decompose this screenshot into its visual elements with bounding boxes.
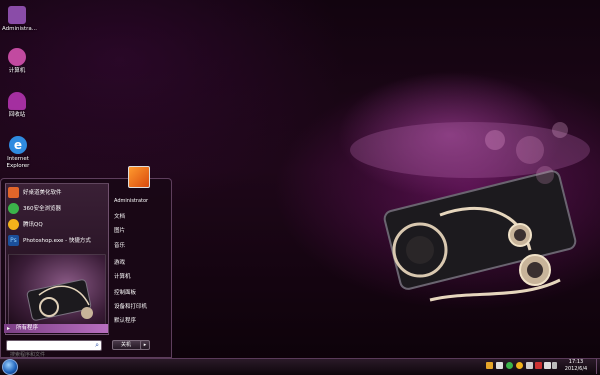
all-programs-button[interactable]: ▸ 所有程序 bbox=[4, 324, 108, 333]
places-item-music[interactable]: 音乐 bbox=[114, 241, 125, 249]
triangle-right-icon: ▸ bbox=[7, 325, 11, 332]
pinned-program-label: 360安全浏览器 bbox=[23, 206, 61, 212]
start-orb-button[interactable] bbox=[2, 359, 18, 375]
desktop-icon-label: Internet Explorer bbox=[6, 156, 30, 169]
search-icon[interactable]: ⌕ bbox=[95, 341, 99, 350]
computer-icon bbox=[8, 48, 26, 66]
places-item-pictures[interactable]: 图片 bbox=[114, 226, 125, 234]
places-item-devices-printers[interactable]: 设备和打印机 bbox=[114, 302, 147, 310]
ie-icon: e bbox=[9, 136, 27, 154]
pinned-program-label: Photoshop.exe - 快捷方式 bbox=[23, 238, 91, 244]
tray-security-icon[interactable] bbox=[535, 362, 542, 369]
places-item-games[interactable]: 游戏 bbox=[114, 258, 125, 266]
desktop-icon-label: Administra... bbox=[2, 26, 37, 32]
pinned-program[interactable]: 好桌道美化软件 bbox=[6, 184, 108, 200]
places-item-default-programs[interactable]: 默认程序 bbox=[114, 316, 136, 324]
desktop-icon-recycle-bin[interactable]: 回收站 bbox=[2, 92, 32, 119]
user-folder-icon bbox=[8, 6, 26, 24]
clock-date: 2012/6/4 bbox=[564, 366, 588, 372]
pinned-program-label: 好桌道美化软件 bbox=[23, 190, 62, 196]
pinned-program[interactable]: Ps Photoshop.exe - 快捷方式 bbox=[6, 232, 108, 248]
all-programs-label: 所有程序 bbox=[16, 325, 39, 331]
desktop-icon-administrator[interactable]: Administra... bbox=[2, 6, 37, 33]
shutdown-options-button[interactable]: ▸ bbox=[140, 340, 150, 350]
pinned-program[interactable]: 腾讯QQ bbox=[6, 216, 108, 232]
recycle-bin-icon bbox=[8, 92, 26, 110]
tray-360-icon[interactable] bbox=[506, 362, 513, 369]
tray-flag-icon[interactable] bbox=[544, 362, 551, 369]
places-item-computer[interactable]: 计算机 bbox=[114, 272, 131, 280]
show-desktop-button[interactable] bbox=[596, 359, 600, 374]
places-item-documents[interactable]: 文档 bbox=[114, 212, 125, 220]
preview-headphones-art bbox=[26, 279, 93, 321]
start-search-box[interactable]: ⌕ bbox=[6, 340, 102, 360]
desktop-icon-label: 计算机 bbox=[8, 68, 26, 74]
butterfly-icon bbox=[8, 186, 19, 198]
user-name-link[interactable]: Administrator bbox=[114, 198, 148, 204]
tray-rss-icon[interactable] bbox=[486, 362, 493, 369]
desktop-icon-computer[interactable]: 计算机 bbox=[2, 48, 32, 75]
pinned-program[interactable]: 360安全浏览器 bbox=[6, 200, 108, 216]
desktop-icon-label: 回收站 bbox=[8, 112, 26, 118]
desktop-icon-internet-explorer[interactable]: e Internet Explorer bbox=[2, 136, 34, 170]
tray-qq-icon[interactable] bbox=[516, 362, 523, 369]
user-avatar[interactable] bbox=[128, 166, 150, 188]
program-preview-image bbox=[8, 254, 106, 330]
places-item-control-panel[interactable]: 控制面板 bbox=[114, 288, 136, 296]
triangle-right-icon: ▸ bbox=[143, 342, 147, 348]
tray-volume-icon[interactable] bbox=[552, 362, 557, 369]
taskbar-clock[interactable]: 17:13 2012/6/4 bbox=[558, 359, 594, 373]
pinned-programs-list: 好桌道美化软件 360安全浏览器 腾讯QQ Ps Photoshop.exe -… bbox=[6, 184, 108, 248]
qq-penguin-icon bbox=[8, 218, 19, 230]
start-menu-programs-pane: 好桌道美化软件 360安全浏览器 腾讯QQ Ps Photoshop.exe -… bbox=[5, 183, 109, 335]
photoshop-icon: Ps bbox=[8, 234, 19, 246]
clock-time: 17:13 bbox=[568, 359, 584, 365]
browser-360-icon bbox=[8, 202, 19, 214]
pinned-program-label: 腾讯QQ bbox=[23, 222, 43, 228]
tray-app-icon[interactable] bbox=[496, 362, 503, 369]
tray-network-icon[interactable] bbox=[526, 362, 533, 369]
